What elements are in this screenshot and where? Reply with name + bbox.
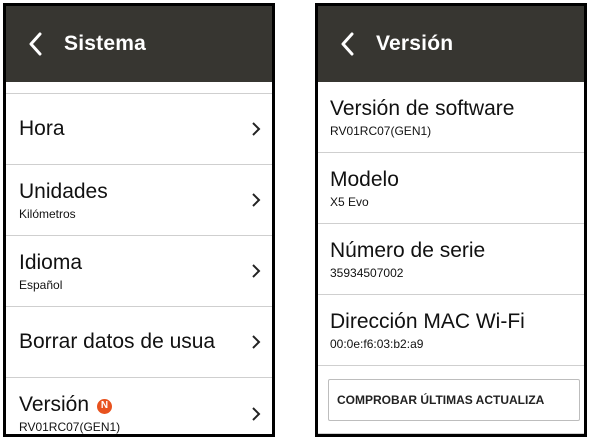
- info-value: 00:0e:f6:03:b2:a9: [330, 336, 424, 351]
- info-label: Modelo: [330, 167, 399, 191]
- page-title: Versión: [376, 32, 454, 55]
- update-area: COMPROBAR ÚLTIMAS ACTUALIZA: [318, 366, 584, 434]
- menu-item-version[interactable]: Versión N RV01RC07(GEN1): [6, 378, 272, 434]
- menu-item-value: RV01RC07(GEN1): [19, 420, 121, 434]
- menu-item-value: Kilómetros: [19, 206, 76, 221]
- menu-item-label: Idioma: [19, 250, 83, 274]
- chevron-right-icon: [252, 122, 261, 136]
- info-mac-address: Dirección MAC Wi-Fi 00:0e:f6:03:b2:a9: [318, 295, 584, 366]
- menu-item-label: Borrar datos de usua: [19, 330, 216, 353]
- info-value: RV01RC07(GEN1): [330, 123, 432, 138]
- menu-item-unidades[interactable]: Unidades Kilómetros: [6, 165, 272, 236]
- sistema-panel: Sistema Hora Unidades Kilómetros Idioma …: [6, 6, 272, 434]
- info-value: 35934507002: [330, 265, 404, 280]
- menu-item-label: Hora: [19, 117, 65, 140]
- version-panel: Versión Versión de software RV01RC07(GEN…: [318, 6, 584, 434]
- back-button[interactable]: [6, 6, 64, 82]
- info-value: X5 Evo: [330, 194, 369, 209]
- back-button[interactable]: [318, 6, 376, 82]
- chevron-right-icon: [252, 406, 261, 421]
- chevron-left-icon: [341, 32, 354, 56]
- menu-item-label-wrap: Versión N: [19, 392, 255, 418]
- sistema-screen: Sistema Hora Unidades Kilómetros Idioma …: [3, 3, 275, 437]
- list-top-divider: [6, 82, 272, 94]
- info-label: Número de serie: [330, 238, 486, 262]
- menu-item-value: Español: [19, 277, 63, 292]
- menu-item-label: Unidades: [19, 179, 108, 203]
- info-serial-number: Número de serie 35934507002: [318, 224, 584, 295]
- info-software-version: Versión de software RV01RC07(GEN1): [318, 82, 584, 153]
- chevron-left-icon: [29, 32, 42, 56]
- menu-item-idioma[interactable]: Idioma Español: [6, 236, 272, 307]
- page-title: Sistema: [64, 32, 146, 55]
- chevron-right-icon: [252, 335, 261, 349]
- chevron-right-icon: [252, 264, 261, 278]
- menu-item-label: Versión: [19, 393, 90, 416]
- chevron-right-icon: [252, 193, 261, 207]
- info-model: Modelo X5 Evo: [318, 153, 584, 224]
- new-badge-icon: N: [97, 398, 113, 414]
- menu-item-borrar-datos[interactable]: Borrar datos de usua: [6, 307, 272, 378]
- info-label: Dirección MAC Wi-Fi: [330, 309, 525, 333]
- menu-item-hora[interactable]: Hora: [6, 94, 272, 165]
- info-label: Versión de software: [330, 96, 515, 120]
- header-bar: Versión: [318, 6, 584, 82]
- header-bar: Sistema: [6, 6, 272, 82]
- version-screen: Versión Versión de software RV01RC07(GEN…: [315, 3, 587, 437]
- check-updates-button[interactable]: COMPROBAR ÚLTIMAS ACTUALIZA: [328, 378, 580, 421]
